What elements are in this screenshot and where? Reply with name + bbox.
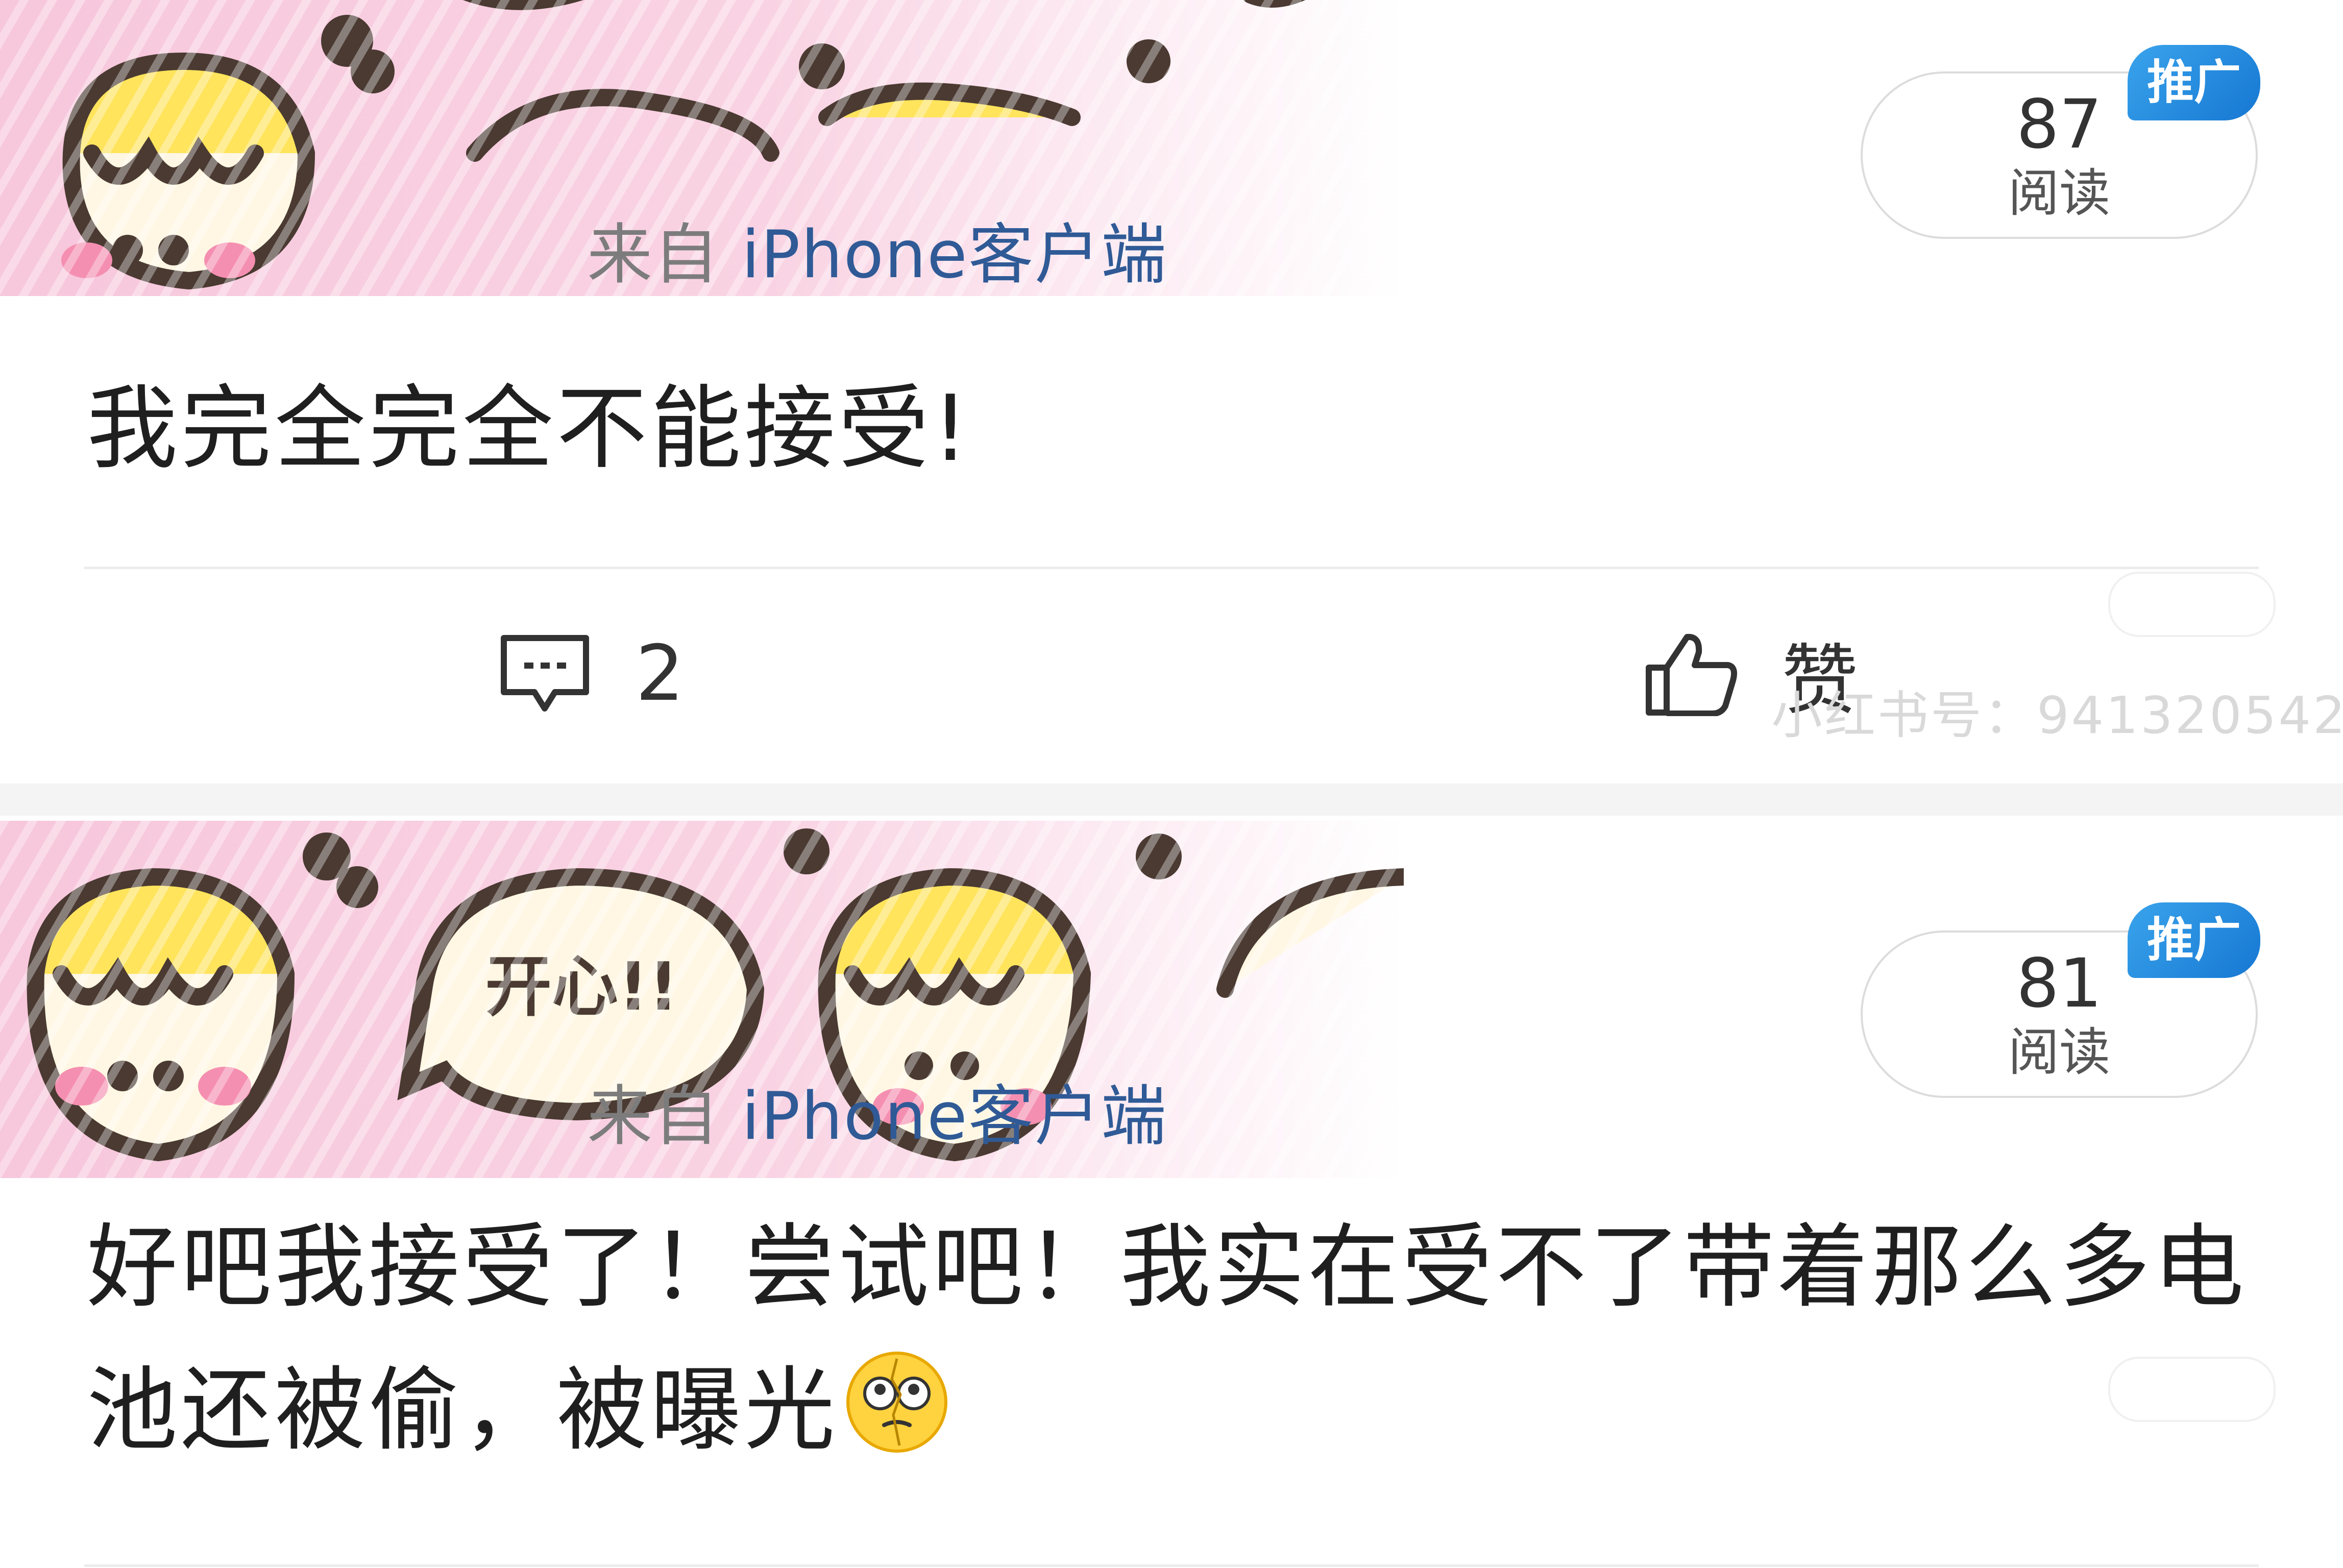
dizzy-face-emoji-icon — [846, 1352, 947, 1453]
watermark: 小红书号：941320542 — [1771, 685, 2343, 745]
comment-button[interactable]: 2 — [498, 625, 684, 722]
comment-card: 开心!! 来自 iPhone客户端 81 阅读 推广 好吧我接受了！尝试吧！我实… — [0, 816, 2343, 1568]
divider — [84, 1564, 2259, 1567]
watermark-box — [2108, 1357, 2276, 1422]
source-prefix: 来自 — [587, 217, 720, 293]
source-device-link[interactable]: iPhone客户端 — [742, 1079, 1167, 1155]
comment-card: 来自 iPhone客户端 87 阅读 推广 我完全完全不能接受! 2 赞 小红书… — [0, 0, 2343, 783]
comment-text: 好吧我接受了！尝试吧！我实在受不了带着那么多电池还被偷，被曝光 — [87, 1196, 2256, 1482]
source-prefix: 来自 — [587, 1079, 720, 1155]
post-source: 来自 iPhone客户端 — [587, 202, 1167, 296]
comment-text-body: 好吧我接受了！尝试吧！我实在受不了带着那么多电池还被偷，被曝光 — [87, 1214, 2247, 1463]
watermark-box — [2108, 572, 2276, 637]
thumbs-up-icon — [1646, 633, 1737, 716]
divider — [84, 567, 2259, 569]
post-source: 来自 iPhone客户端 — [587, 1063, 1167, 1158]
comment-text: 我完全完全不能接受! — [87, 376, 972, 481]
comment-bubble-icon — [501, 634, 589, 712]
read-label: 阅读 — [2008, 163, 2110, 223]
promo-badge: 推广 — [2128, 45, 2260, 120]
comment-count: 2 — [636, 629, 685, 718]
read-label: 阅读 — [2008, 1022, 2110, 1082]
card-separator — [0, 783, 2343, 816]
source-device-link[interactable]: iPhone客户端 — [742, 217, 1167, 293]
promo-badge: 推广 — [2128, 902, 2260, 978]
sticker-text: 开心!! — [485, 948, 679, 1025]
